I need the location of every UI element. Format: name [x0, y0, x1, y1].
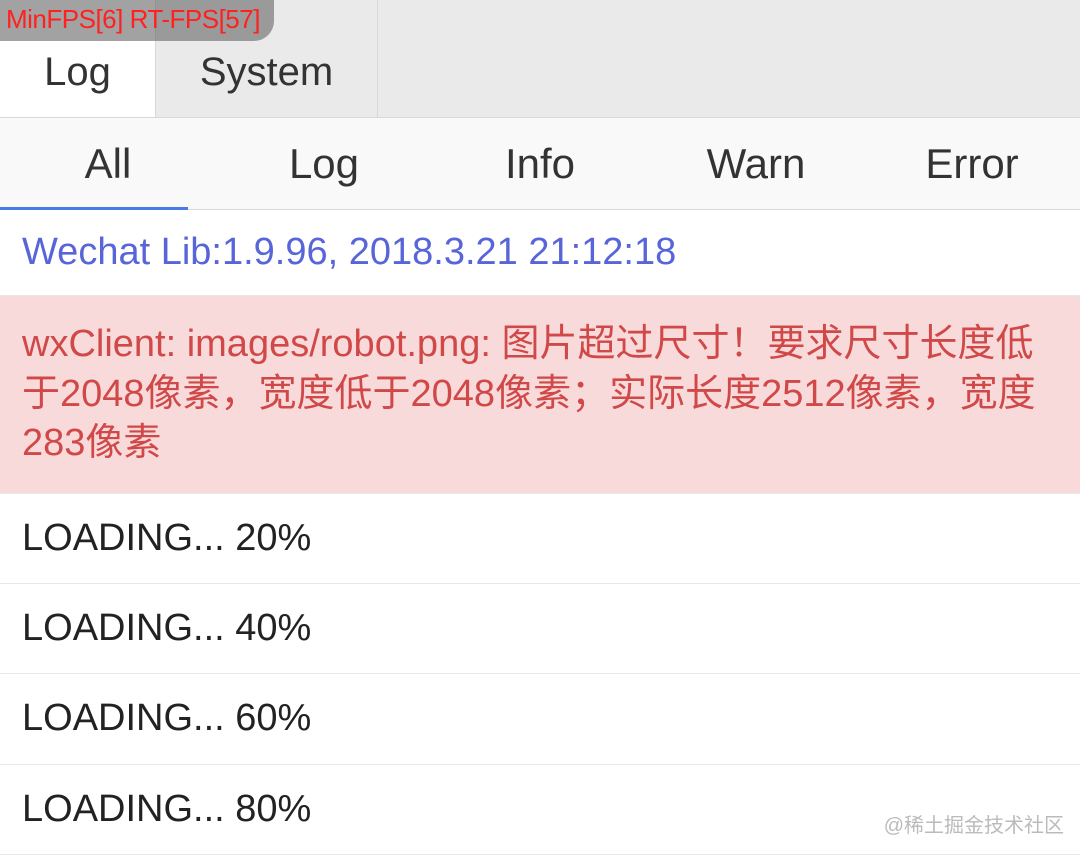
log-entry-loading[interactable]: LOADING... 20%: [0, 494, 1080, 584]
log-text: Wechat Lib:1.9.96, 2018.3.21 21:12:18: [22, 231, 676, 273]
filter-tabs: All Log Info Warn Error: [0, 118, 1080, 210]
filter-all-label: All: [85, 140, 132, 188]
filter-log[interactable]: Log: [216, 118, 432, 209]
log-text: wxClient: images/robot.png: 图片超过尺寸！要求尺寸长…: [22, 323, 1036, 464]
fps-overlay: MinFPS[6] RT-FPS[57]: [0, 0, 274, 41]
fps-text: MinFPS[6] RT-FPS[57]: [6, 4, 260, 34]
filter-info-label: Info: [505, 140, 575, 188]
filter-warn-label: Warn: [707, 140, 806, 188]
log-text: LOADING... 80%: [22, 788, 311, 830]
filter-error[interactable]: Error: [864, 118, 1080, 209]
watermark: @稀土掘金技术社区: [884, 809, 1064, 838]
log-text: LOADING... 40%: [22, 607, 311, 649]
tab-log-label: Log: [44, 50, 111, 95]
log-text: LOADING... 20%: [22, 517, 311, 559]
filter-error-label: Error: [925, 140, 1018, 188]
log-list: Wechat Lib:1.9.96, 2018.3.21 21:12:18 wx…: [0, 210, 1080, 855]
log-entry-loading[interactable]: LOADING... 60%: [0, 674, 1080, 764]
filter-log-label: Log: [289, 140, 359, 188]
log-entry-error[interactable]: wxClient: images/robot.png: 图片超过尺寸！要求尺寸长…: [0, 296, 1080, 493]
filter-warn[interactable]: Warn: [648, 118, 864, 209]
filter-all[interactable]: All: [0, 118, 216, 209]
tab-system-label: System: [200, 50, 333, 95]
log-entry-lib[interactable]: Wechat Lib:1.9.96, 2018.3.21 21:12:18: [0, 210, 1080, 296]
log-entry-loading[interactable]: LOADING... 40%: [0, 584, 1080, 674]
filter-info[interactable]: Info: [432, 118, 648, 209]
watermark-text: @稀土掘金技术社区: [884, 815, 1064, 837]
log-text: LOADING... 60%: [22, 697, 311, 739]
